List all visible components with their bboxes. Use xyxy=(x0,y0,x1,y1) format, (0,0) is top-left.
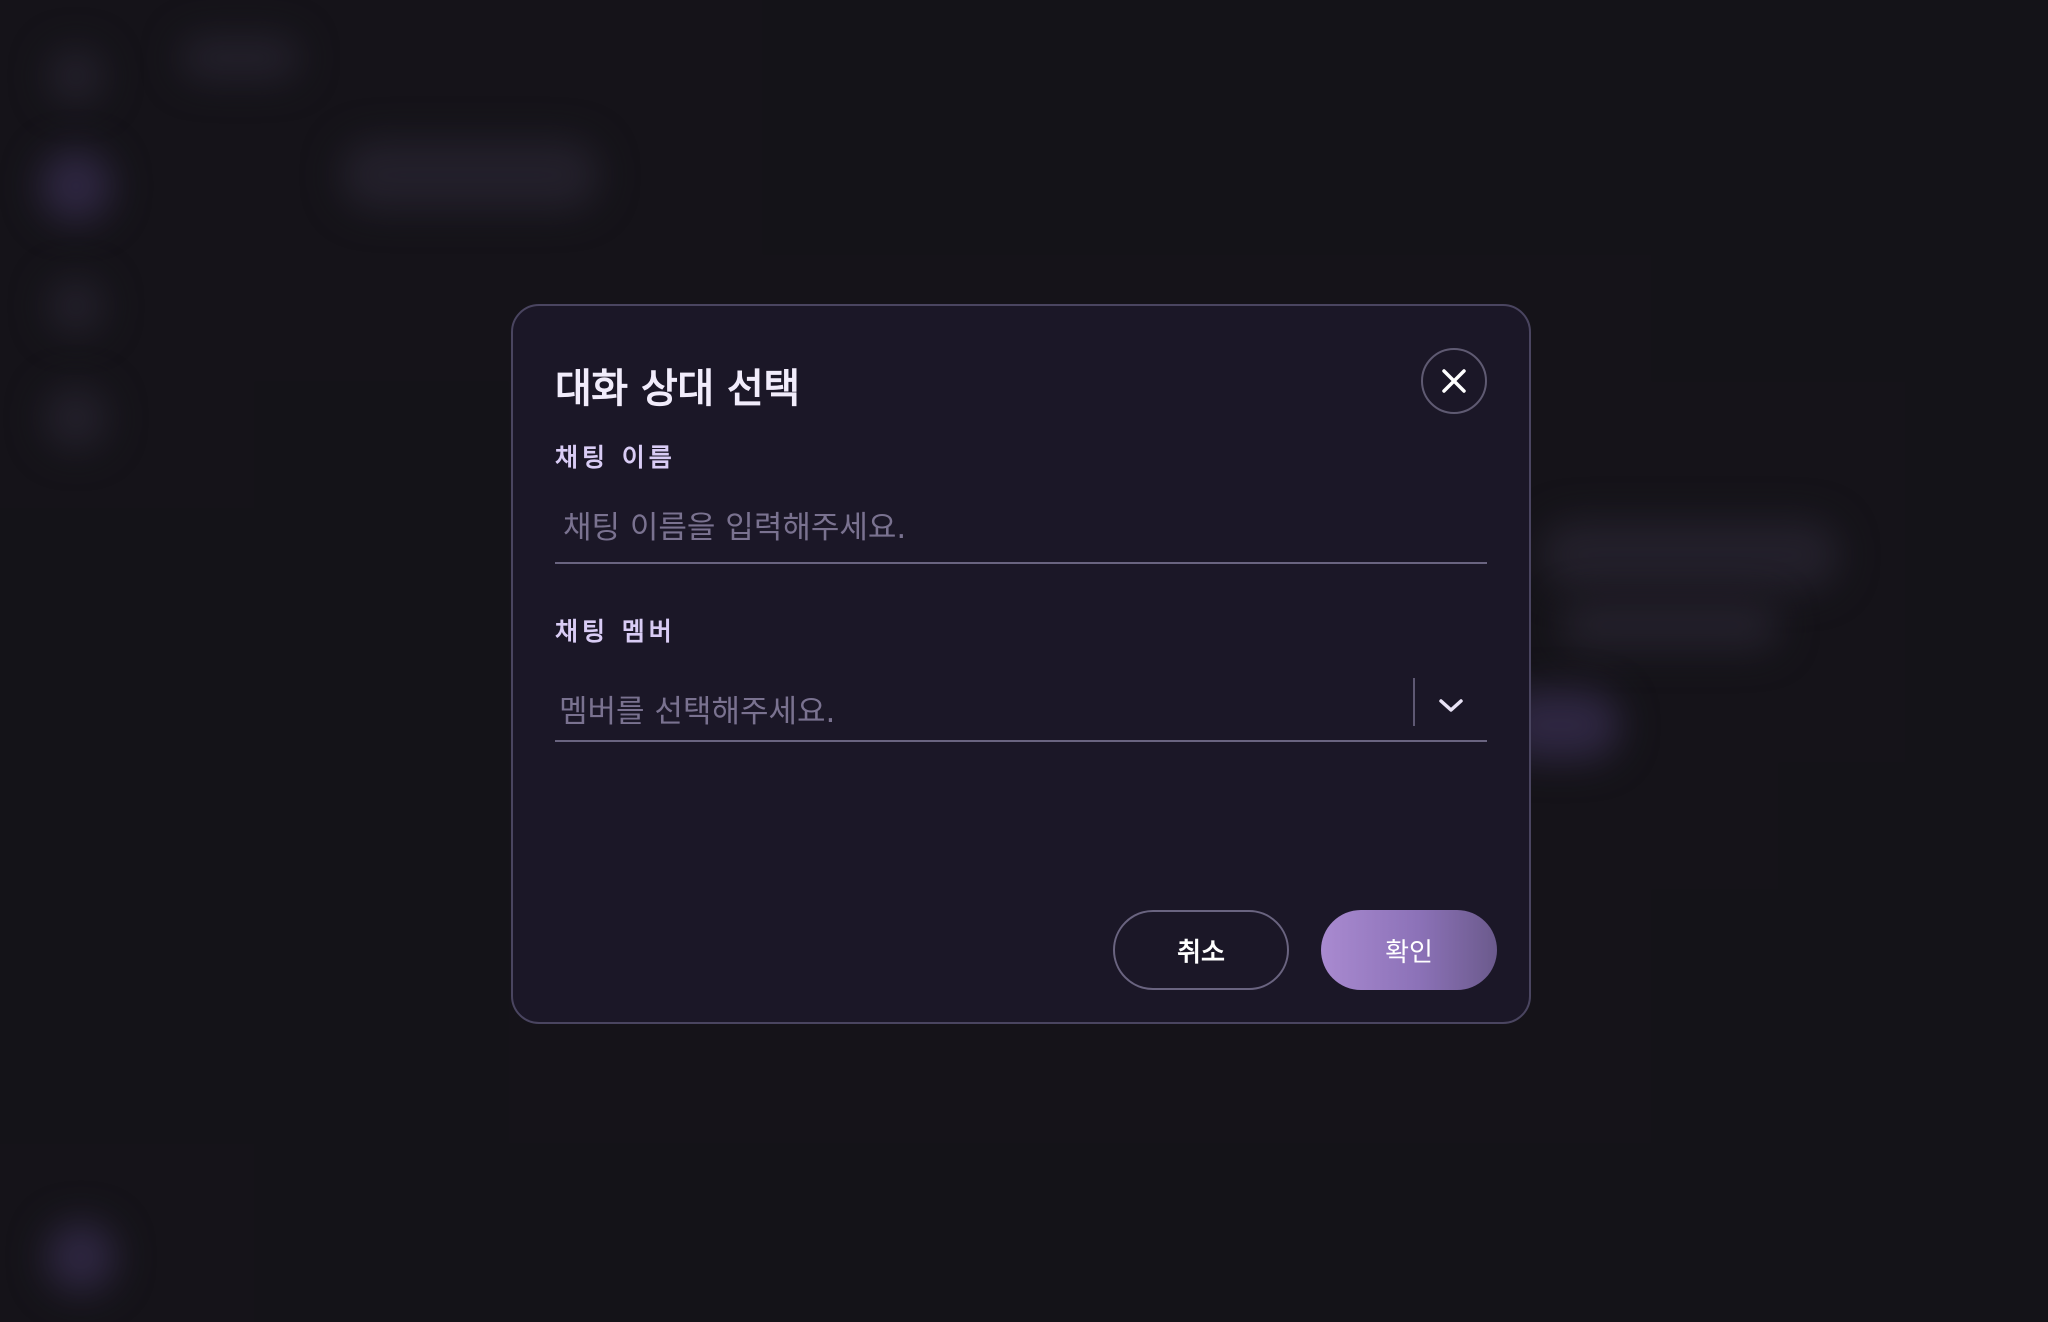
chat-members-select[interactable]: 멤버를 선택해주세요. xyxy=(555,668,1487,742)
dropdown-toggle[interactable] xyxy=(1435,690,1467,722)
chevron-down-icon xyxy=(1439,699,1463,712)
chat-name-input[interactable] xyxy=(555,494,1487,564)
dialog-title: 대화 상대 선택 xyxy=(555,366,800,412)
cancel-button[interactable]: 취소 xyxy=(1113,910,1289,990)
dialog-footer: 취소 확인 xyxy=(1113,910,1497,990)
confirm-button[interactable]: 확인 xyxy=(1321,910,1497,990)
close-icon xyxy=(1442,369,1466,393)
dialog-header: 대화 상대 선택 xyxy=(555,348,1487,418)
chat-members-field: 채팅 멤버 멤버를 선택해주세요. xyxy=(555,612,1487,742)
close-button[interactable] xyxy=(1421,348,1487,414)
chat-name-field: 채팅 이름 xyxy=(555,438,1487,564)
select-divider xyxy=(1413,678,1415,726)
app-background: 대화 상대 선택 채팅 이름 채팅 멤버 멤버를 선택해주세요. xyxy=(0,0,2048,1322)
chat-members-placeholder: 멤버를 선택해주세요. xyxy=(559,694,836,730)
chat-name-label: 채팅 이름 xyxy=(555,443,676,472)
select-chat-partner-dialog: 대화 상대 선택 채팅 이름 채팅 멤버 멤버를 선택해주세요. xyxy=(511,304,1531,1024)
chat-members-label: 채팅 멤버 xyxy=(555,617,676,646)
